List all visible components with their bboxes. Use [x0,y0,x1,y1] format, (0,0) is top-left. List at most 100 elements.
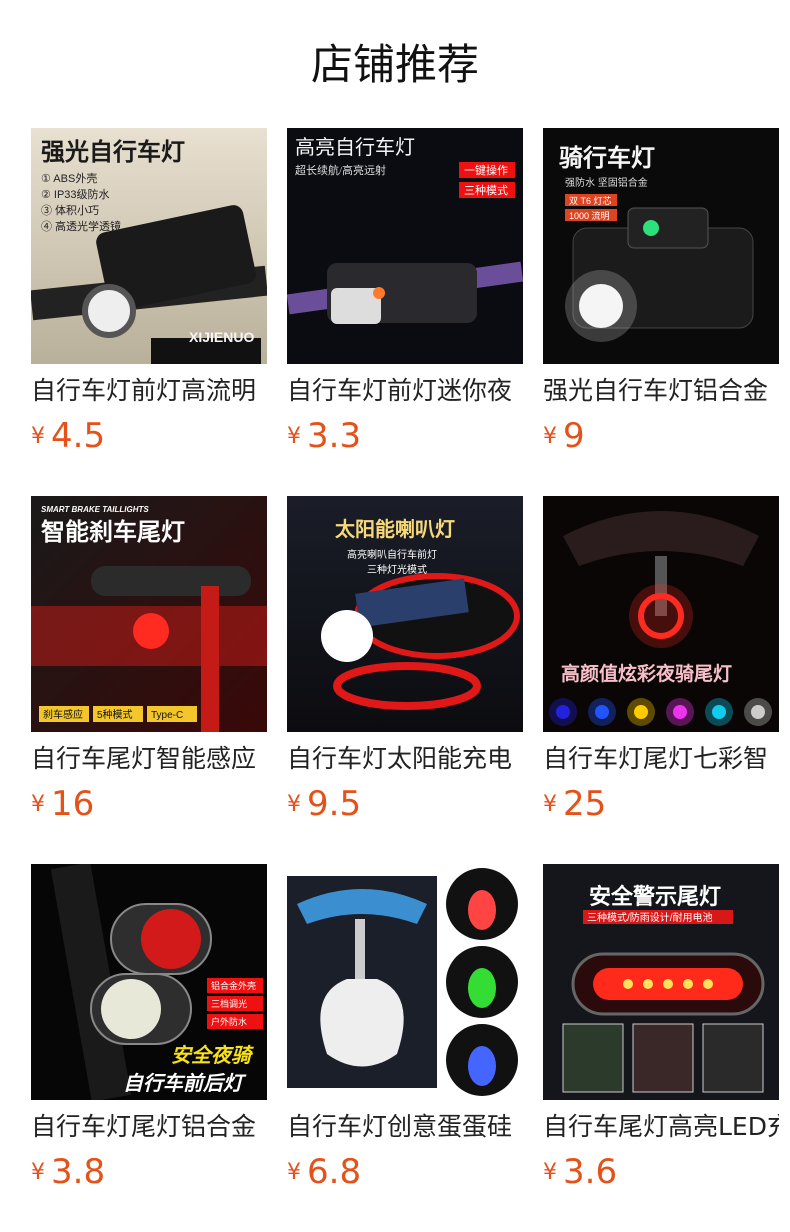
image-line: 高亮喇叭自行车前灯 [347,548,437,561]
led-taillight-image: 安全警示尾灯 三种模式/防雨设计/耐用电池 [543,864,779,1100]
image-subline: 三种模式/防雨设计/耐用电池 [587,911,713,924]
image-tag: Type-C [151,710,183,721]
product-title[interactable]: 强光自行车灯铝合金 [543,374,779,408]
image-headline: 强光自行车灯 [41,138,185,166]
product-title[interactable]: 自行车灯太阳能充电 [287,742,523,776]
product-price: ¥9.5 [287,784,361,828]
image-tag: 一键操作 [464,163,508,177]
product-image-3[interactable]: 骑行车灯 强防水 坚固铝合金 双 T6 灯芯 1000 流明 [543,128,779,364]
product-card[interactable]: 高亮自行车灯 超长续航/高亮远射 一键操作 三种模式 自行车灯前灯迷你夜 ¥3.… [287,128,523,468]
glowing-bulb [468,890,496,930]
image-topline: SMART BRAKE TAILLIGHTS [41,505,149,514]
price-value: 25 [563,784,607,824]
image-bullet: ① ABS外壳 [41,171,97,185]
image-subline: 超长续航/高亮远射 [295,163,386,177]
product-price: ¥6.8 [287,1152,361,1196]
color-dot [556,705,570,719]
product-card[interactable]: 强光自行车灯 ① ABS外壳 ② IP33级防水 ③ 体积小巧 ④ 高透光学透镜… [31,128,267,468]
image-headline: 安全夜骑 [171,1044,254,1067]
price-value: 9.5 [307,784,362,824]
product-image-7[interactable]: 铝合金外壳 三档调光 户外防水 安全夜骑 自行车前后灯 [31,864,267,1100]
product-price: ¥3.6 [543,1152,617,1196]
image-tag: 1000 流明 [569,210,610,221]
product-image-8[interactable] [287,864,523,1100]
product-title[interactable]: 自行车灯尾灯七彩智 [543,742,779,776]
color-dot [634,705,648,719]
image-headline: 骑行车灯 [559,144,655,172]
image-tag: 5种模式 [97,708,133,721]
currency-symbol: ¥ [287,1159,301,1185]
egg-silicone-light-image [287,864,523,1100]
image-line: 三种灯光模式 [367,563,427,576]
currency-symbol: ¥ [31,1159,45,1185]
price-value: 16 [51,784,95,824]
color-dot [712,705,726,719]
image-bullet: ③ 体积小巧 [41,203,99,217]
glowing-bulb [468,1046,496,1086]
price-value: 9 [563,416,585,456]
product-title[interactable]: 自行车灯创意蛋蛋硅 [287,1110,523,1144]
product-image-4[interactable]: SMART BRAKE TAILLIGHTS 智能刹车尾灯 刹车感应 5种模式 … [31,496,267,732]
product-card[interactable]: 骑行车灯 强防水 坚固铝合金 双 T6 灯芯 1000 流明 强光自行车灯铝合金… [543,128,779,468]
image-headline: 太阳能喇叭灯 [335,517,455,541]
image-bullet: ④ 高透光学透镜 [41,219,121,233]
product-image-6[interactable]: 高颜值炫彩夜骑尾灯 [543,496,779,732]
image-brand: XIJIENUO [189,329,254,345]
image-tag: 双 T6 灯芯 [569,195,612,206]
product-card[interactable]: SMART BRAKE TAILLIGHTS 智能刹车尾灯 刹车感应 5种模式 … [31,496,267,836]
colorful-taillight-image: 高颜值炫彩夜骑尾灯 [543,496,779,732]
image-headline: 高亮自行车灯 [295,136,415,159]
product-title[interactable]: 自行车尾灯智能感应 [31,742,267,776]
product-card[interactable]: 高颜值炫彩夜骑尾灯 自行车灯尾灯七彩智 ¥25 [543,496,779,836]
product-card[interactable]: 太阳能喇叭灯 高亮喇叭自行车前灯 三种灯光模式 自行车灯太阳能充电 ¥9.5 [287,496,523,836]
product-price: ¥16 [31,784,94,828]
image-tag: 三档调光 [211,998,247,1009]
bike-headlight-image: 高亮自行车灯 超长续航/高亮远射 一键操作 三种模式 [287,128,523,364]
currency-symbol: ¥ [543,1159,557,1185]
image-headline: 智能刹车尾灯 [41,518,185,546]
product-image-2[interactable]: 高亮自行车灯 超长续航/高亮远射 一键操作 三种模式 [287,128,523,364]
color-dot [673,705,687,719]
glowing-bulbs [446,868,518,1096]
product-price: ¥3.8 [31,1152,105,1196]
currency-symbol: ¥ [287,423,301,449]
product-card[interactable]: 自行车灯创意蛋蛋硅 ¥6.8 [287,864,523,1204]
bike-headlight-image: 强光自行车灯 ① ABS外壳 ② IP33级防水 ③ 体积小巧 ④ 高透光学透镜… [31,128,267,364]
product-image-9[interactable]: 安全警示尾灯 三种模式/防雨设计/耐用电池 [543,864,779,1100]
image-subline: 自行车前后灯 [123,1072,247,1095]
currency-symbol: ¥ [543,423,557,449]
product-price: ¥9 [543,416,585,460]
price-value: 3.3 [307,416,362,456]
price-value: 3.8 [51,1152,106,1192]
product-price: ¥3.3 [287,416,361,460]
currency-symbol: ¥ [287,791,301,817]
product-title[interactable]: 自行车灯尾灯铝合金 [31,1110,267,1144]
color-dot [751,705,765,719]
section-title: 店铺推荐 [310,40,479,89]
image-tag: 户外防水 [211,1016,247,1027]
glowing-bulb [468,968,496,1008]
image-headline: 高颜值炫彩夜骑尾灯 [561,662,732,685]
bike-headlight-image: 骑行车灯 强防水 坚固铝合金 双 T6 灯芯 1000 流明 [543,128,779,364]
product-price: ¥25 [543,784,606,828]
product-image-1[interactable]: 强光自行车灯 ① ABS外壳 ② IP33级防水 ③ 体积小巧 ④ 高透光学透镜… [31,128,267,364]
price-value: 3.6 [563,1152,618,1192]
product-card[interactable]: 安全警示尾灯 三种模式/防雨设计/耐用电池 自行车尾灯高亮LED充 ¥3.6 [543,864,779,1204]
product-price: ¥4.5 [31,416,105,460]
product-title[interactable]: 自行车尾灯高亮LED充 [543,1110,779,1144]
product-card[interactable]: 铝合金外壳 三档调光 户外防水 安全夜骑 自行车前后灯 自行车灯尾灯铝合金 ¥3… [31,864,267,1204]
product-image-5[interactable]: 太阳能喇叭灯 高亮喇叭自行车前灯 三种灯光模式 [287,496,523,732]
currency-symbol: ¥ [31,423,45,449]
image-headline: 安全警示尾灯 [589,884,721,909]
product-title[interactable]: 自行车灯前灯高流明 [31,374,267,408]
product-title[interactable]: 自行车灯前灯迷你夜 [287,374,523,408]
image-tag: 三种模式 [464,183,508,197]
front-rear-light-image: 铝合金外壳 三档调光 户外防水 安全夜骑 自行车前后灯 [31,864,267,1100]
color-dot [595,705,609,719]
image-tag: 刹车感应 [43,708,83,721]
taillight-image: SMART BRAKE TAILLIGHTS 智能刹车尾灯 刹车感应 5种模式 … [31,496,267,732]
currency-symbol: ¥ [31,791,45,817]
currency-symbol: ¥ [543,791,557,817]
price-value: 4.5 [51,416,106,456]
image-tag: 铝合金外壳 [211,980,256,991]
